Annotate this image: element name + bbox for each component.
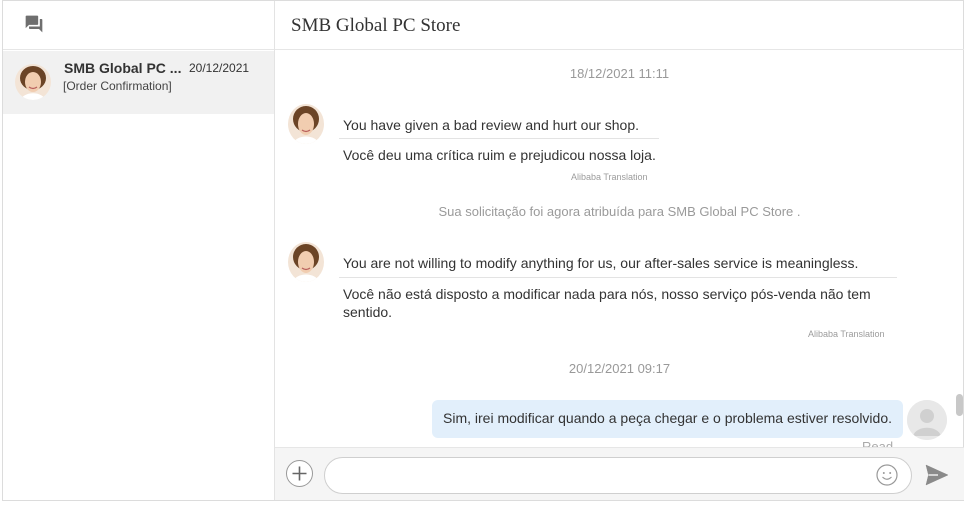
message-translated-text: Você deu uma crítica ruim e prejudicou n… — [343, 147, 656, 163]
conversation-item[interactable]: SMB Global PC ... 20/12/2021 [Order Conf… — [3, 51, 274, 114]
timestamp: 18/12/2021 11:11 — [569, 66, 670, 81]
translation-tag: Alibaba Translation — [808, 329, 885, 339]
page-title: SMB Global PC Store — [291, 15, 461, 36]
chat-bubbles-icon[interactable] — [24, 14, 44, 34]
timestamp: 20/12/2021 09:17 — [568, 361, 671, 376]
avatar — [15, 64, 51, 100]
translation-tag: Alibaba Translation — [571, 172, 648, 182]
chat-window: SMB Global PC ... 20/12/2021 [Order Conf… — [2, 0, 964, 501]
message-translated-text-continued: sentido. — [343, 304, 393, 320]
message-list[interactable]: 18/12/2021 11:11 You have given a bad re… — [275, 51, 964, 447]
avatar — [288, 242, 324, 282]
message-original-text: You are not willing to modify anything f… — [343, 255, 859, 271]
divider — [339, 277, 897, 278]
smiley-icon[interactable] — [875, 463, 899, 487]
message-translated-text: Você não está disposto a modificar nada … — [343, 286, 871, 302]
message-original-text: You have given a bad review and hurt our… — [343, 117, 640, 133]
plus-icon — [292, 466, 307, 481]
send-icon[interactable] — [925, 464, 949, 486]
read-status: Read — [862, 439, 894, 447]
divider — [339, 138, 659, 139]
my-avatar — [907, 400, 947, 440]
conversation-date: 20/12/2021 — [189, 61, 250, 75]
message-composer — [275, 447, 964, 500]
message-input[interactable] — [324, 457, 912, 494]
conversation-preview: [Order Confirmation] — [63, 79, 172, 93]
chat-header: SMB Global PC Store — [275, 1, 964, 50]
chat-panel: SMB Global PC Store 18/12/2021 11:11 You… — [275, 1, 964, 500]
scrollbar-thumb[interactable] — [956, 394, 963, 416]
system-note: Sua solicitação foi agora atribuída para… — [438, 204, 801, 219]
add-attachment-button[interactable] — [286, 460, 313, 487]
avatar — [288, 104, 324, 144]
conversation-name: SMB Global PC ... — [64, 60, 182, 76]
my-message-bubble: Sim, irei modificar quando a peça chegar… — [432, 400, 903, 438]
sidebar-header — [3, 1, 274, 50]
conversation-sidebar: SMB Global PC ... 20/12/2021 [Order Conf… — [3, 1, 275, 500]
